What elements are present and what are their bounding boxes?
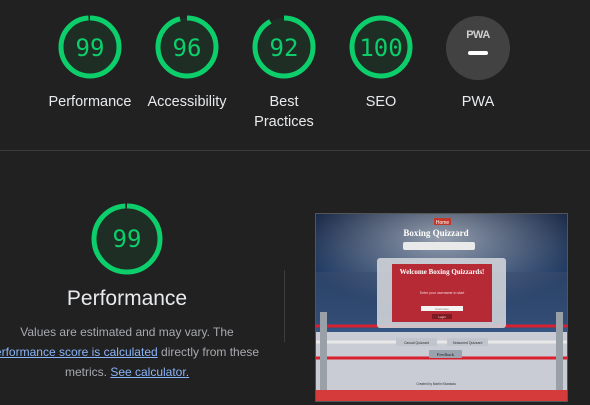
feedback-label: Feedback bbox=[437, 352, 455, 357]
ring-post bbox=[556, 312, 563, 392]
seasoned-label: Seasoned Quizzard bbox=[453, 341, 483, 345]
performance-title: Performance bbox=[66, 287, 188, 310]
home-badge-text: Home bbox=[436, 220, 450, 226]
card-title: Welcome Boxing Quizzards! bbox=[400, 268, 485, 276]
page-screenshot: Home Boxing Quizzard Welcome Boxing Quiz… bbox=[316, 214, 567, 401]
desc-text: directly from these bbox=[161, 345, 260, 359]
lighthouse-report: 99 Performance 96 Accessibility 92 Best … bbox=[0, 0, 590, 405]
see-calculator-link[interactable]: See calculator. bbox=[110, 365, 189, 379]
desc-text: metrics. bbox=[64, 365, 107, 379]
gauge-label: Best Practices bbox=[254, 94, 314, 130]
gauge-pwa[interactable]: PWA PWA bbox=[418, 0, 538, 112]
final-screenshot-thumbnail[interactable]: Home Boxing Quizzard Welcome Boxing Quiz… bbox=[315, 213, 568, 402]
site-title: Boxing Quizzard bbox=[403, 228, 468, 238]
metrics-strip-partial bbox=[0, 398, 300, 405]
login-label: Login bbox=[438, 315, 446, 319]
pwa-badge-icon: PWA bbox=[446, 16, 510, 80]
score-gauges: 99 Performance 96 Accessibility 92 Best … bbox=[0, 0, 590, 150]
performance-score: 99 bbox=[112, 225, 142, 253]
desc-text: Values are estimated and may vary. The bbox=[20, 325, 234, 339]
ring-apron bbox=[316, 390, 567, 401]
gauge-label: PWA bbox=[461, 94, 495, 110]
dash-icon bbox=[468, 51, 488, 55]
section-divider bbox=[0, 150, 590, 151]
score-calculated-link[interactable]: erformance score is calculated bbox=[0, 345, 158, 359]
ring-post bbox=[320, 312, 327, 392]
casual-label: Casual Quizzard bbox=[404, 341, 429, 345]
audio-bar bbox=[403, 242, 475, 250]
vertical-separator bbox=[284, 270, 285, 342]
username-placeholder: Username bbox=[435, 307, 449, 311]
footer-text: Created by Martin Kilanasta bbox=[416, 382, 456, 386]
performance-description: Values are estimated and may vary. The e… bbox=[0, 322, 262, 382]
card-subtitle: Enter your username to start bbox=[420, 291, 464, 295]
pwa-badge-text: PWA bbox=[466, 29, 490, 41]
